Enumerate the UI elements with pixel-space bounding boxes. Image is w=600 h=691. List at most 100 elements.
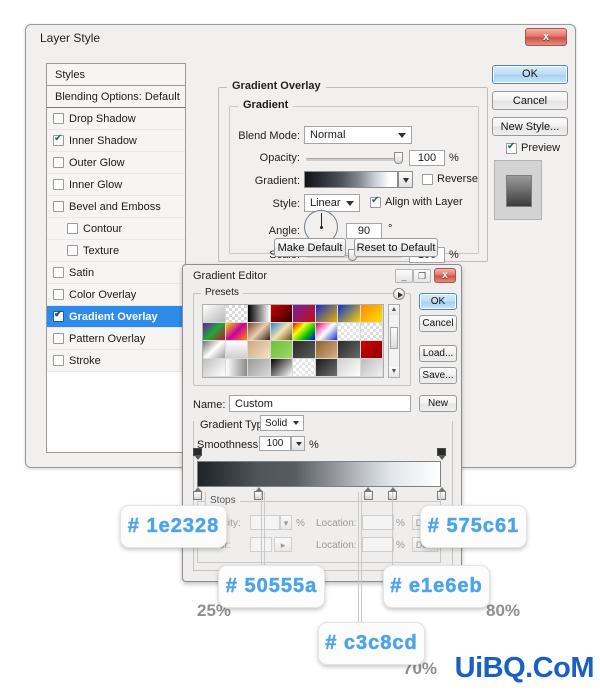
preset-swatch[interactable] — [203, 323, 226, 341]
preset-swatch[interactable] — [203, 341, 226, 359]
sidebar-item-inner-shadow[interactable]: Inner Shadow — [47, 130, 185, 152]
align-with-layer-row[interactable]: Align with Layer — [370, 195, 463, 208]
sidebar-item-contour[interactable]: Contour — [47, 218, 185, 240]
style-checkbox[interactable] — [53, 267, 64, 278]
name-input[interactable]: Custom — [229, 395, 411, 412]
maximize-icon[interactable]: ❐ — [413, 269, 431, 283]
preset-swatch[interactable] — [338, 305, 361, 323]
sidebar-item-drop-shadow[interactable]: Drop Shadow — [47, 108, 185, 130]
ok-button[interactable]: OK — [492, 65, 568, 84]
preset-swatch[interactable] — [360, 323, 383, 341]
preset-swatch[interactable] — [203, 359, 226, 377]
align-with-layer-checkbox[interactable] — [370, 195, 381, 208]
preview-checkbox-row[interactable]: Preview — [506, 141, 560, 154]
sidebar-item-gradient-overlay[interactable]: Gradient Overlay — [47, 306, 185, 328]
sidebar-item-bevel-and-emboss[interactable]: Bevel and Emboss — [47, 196, 185, 218]
presets-menu-icon[interactable] — [393, 288, 405, 300]
gradient-preview-swatch[interactable] — [304, 171, 398, 188]
preset-swatch[interactable] — [248, 359, 271, 377]
preset-swatch[interactable] — [270, 359, 293, 377]
preset-swatch[interactable] — [360, 341, 383, 359]
opacity-stop-marker[interactable] — [192, 448, 203, 461]
preset-swatch[interactable] — [315, 305, 338, 323]
scroll-down-icon[interactable]: ▼ — [389, 367, 399, 377]
preset-swatch[interactable] — [338, 359, 361, 377]
gradient-ramp[interactable] — [197, 461, 441, 487]
style-checkbox[interactable] — [53, 179, 64, 190]
opacity-stop-marker[interactable] — [436, 448, 447, 461]
smoothness-stepper[interactable] — [291, 436, 305, 451]
sidebar-item-texture[interactable]: Texture — [47, 240, 185, 262]
presets-scrollbar[interactable]: ▲ ▼ — [388, 304, 400, 378]
sidebar-item-blending-options[interactable]: Blending Options: Default — [47, 86, 185, 108]
ge-load-button[interactable]: Load... — [419, 345, 457, 362]
reverse-checkbox-row[interactable]: Reverse — [422, 173, 478, 185]
reset-to-default-button[interactable]: Reset to Default — [354, 238, 438, 257]
gradient-picker-button[interactable] — [398, 171, 413, 188]
style-select[interactable]: Linear — [304, 194, 360, 212]
opacity-slider[interactable] — [306, 158, 402, 161]
sidebar-item-satin[interactable]: Satin — [47, 262, 185, 284]
opacity-input[interactable]: 100 — [409, 150, 445, 166]
preset-swatch[interactable] — [248, 323, 271, 341]
style-checkbox[interactable] — [53, 133, 64, 146]
preset-swatch[interactable] — [225, 323, 248, 341]
style-checkbox[interactable] — [67, 245, 78, 256]
sidebar-item-inner-glow[interactable]: Inner Glow — [47, 174, 185, 196]
opacity-slider-knob[interactable] — [394, 152, 403, 164]
smoothness-input[interactable]: 100 — [259, 436, 291, 451]
preset-swatch[interactable] — [315, 323, 338, 341]
reverse-checkbox[interactable] — [422, 173, 433, 185]
stop-location-input-2[interactable] — [362, 537, 394, 552]
sidebar-item-color-overlay[interactable]: Color Overlay — [47, 284, 185, 306]
style-checkbox[interactable] — [53, 309, 64, 322]
presets-grid[interactable] — [202, 304, 384, 378]
sidebar-item-pattern-overlay[interactable]: Pattern Overlay — [47, 328, 185, 350]
scroll-up-icon[interactable]: ▲ — [389, 305, 399, 315]
preset-swatch[interactable] — [293, 341, 316, 359]
cancel-button[interactable]: Cancel — [492, 91, 568, 110]
style-checkbox[interactable] — [53, 289, 64, 300]
sidebar-item-stroke[interactable]: Stroke — [47, 350, 185, 372]
color-stop-marker[interactable] — [363, 487, 374, 501]
preset-swatch[interactable] — [293, 305, 316, 323]
color-stop-marker[interactable] — [436, 487, 447, 501]
close-icon[interactable]: x — [525, 28, 567, 46]
preset-swatch[interactable] — [225, 341, 248, 359]
stop-location-input-1[interactable] — [362, 515, 394, 530]
ge-new-button[interactable]: New — [419, 395, 457, 412]
preset-swatch[interactable] — [270, 305, 293, 323]
style-checkbox[interactable] — [53, 113, 64, 124]
angle-input[interactable]: 90 — [346, 223, 382, 239]
preset-swatch[interactable] — [338, 341, 361, 359]
blend-mode-select[interactable]: Normal — [304, 126, 412, 144]
sidebar-item-outer-glow[interactable]: Outer Glow — [47, 152, 185, 174]
style-checkbox[interactable] — [67, 223, 78, 234]
preset-swatch[interactable] — [293, 359, 316, 377]
style-checkbox[interactable] — [53, 333, 64, 344]
preset-swatch[interactable] — [203, 305, 226, 323]
preset-swatch[interactable] — [315, 341, 338, 359]
new-style-button[interactable]: New Style... — [492, 117, 568, 136]
style-checkbox[interactable] — [53, 355, 64, 366]
preset-swatch[interactable] — [270, 341, 293, 359]
preset-swatch[interactable] — [360, 305, 383, 323]
layer-style-titlebar[interactable]: Layer Style x — [26, 25, 575, 53]
style-checkbox[interactable] — [53, 201, 64, 212]
ge-ok-button[interactable]: OK — [419, 293, 457, 310]
stop-opacity-stepper[interactable]: ▾ — [280, 515, 292, 530]
preset-swatch[interactable] — [338, 323, 361, 341]
make-default-button[interactable]: Make Default — [274, 238, 346, 257]
preset-swatch[interactable] — [360, 359, 383, 377]
scrollbar-thumb[interactable] — [390, 327, 398, 349]
preset-swatch[interactable] — [293, 323, 316, 341]
style-checkbox[interactable] — [53, 157, 64, 168]
preview-checkbox[interactable] — [506, 141, 517, 154]
preset-swatch[interactable] — [248, 305, 271, 323]
color-stop-marker[interactable] — [253, 487, 264, 501]
stop-color-picker-button[interactable]: ▸ — [274, 537, 292, 552]
minimize-icon[interactable]: _ — [395, 269, 413, 283]
preset-swatch[interactable] — [315, 359, 338, 377]
gradient-type-select[interactable]: Solid — [260, 415, 304, 431]
close-icon[interactable]: x — [434, 268, 456, 283]
